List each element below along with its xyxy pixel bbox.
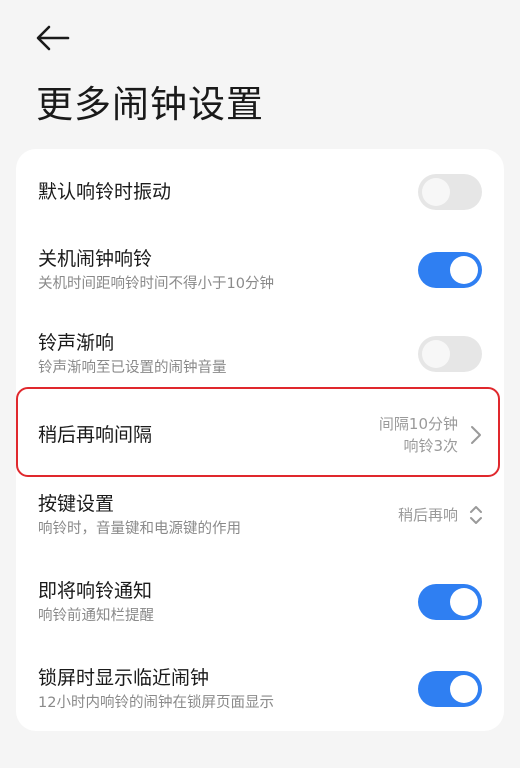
setting-title: 锁屏时显示临近闹钟 xyxy=(38,667,210,689)
setting-subtitle: 12小时内响铃的闹钟在锁屏页面显示 xyxy=(38,695,274,711)
toggle-knob xyxy=(422,178,450,206)
toggle-knob xyxy=(450,675,478,703)
setting-row-lockscreen-show[interactable]: 锁屏时显示临近闹钟 12小时内响铃的闹钟在锁屏页面显示 xyxy=(16,646,504,732)
setting-title: 按键设置 xyxy=(38,493,115,515)
setting-subtitle: 响铃时，音量键和电源键的作用 xyxy=(38,521,241,537)
setting-row-power-off-alarm[interactable]: 关机闹钟响铃 关机时间距响铃时间不得小于10分钟 xyxy=(16,227,504,313)
setting-title: 默认响铃时振动 xyxy=(38,181,172,203)
setting-row-button-settings[interactable]: 按键设置 响铃时，音量键和电源键的作用 稍后再响 xyxy=(16,472,504,558)
setting-subtitle: 铃声渐响至已设置的闹钟音量 xyxy=(38,360,227,376)
setting-row-upcoming-notify[interactable]: 即将响铃通知 响铃前通知栏提醒 xyxy=(16,559,504,645)
settings-card: 默认响铃时振动 关机闹钟响铃 关机时间距响铃时间不得小于10分钟 铃声渐响 铃声… xyxy=(16,149,504,731)
setting-subtitle: 关机时间距响铃时间不得小于10分钟 xyxy=(38,276,274,292)
fade-in-toggle[interactable] xyxy=(418,336,482,372)
toggle-knob xyxy=(450,588,478,616)
chevron-right-icon xyxy=(466,423,486,447)
screen: 更多闹钟设置 默认响铃时振动 关机闹钟响铃 关机时间距响铃时间不得小于10分钟 xyxy=(0,0,520,768)
setting-subtitle: 响铃前通知栏提醒 xyxy=(38,608,154,624)
setting-title: 铃声渐响 xyxy=(38,332,115,354)
back-button[interactable] xyxy=(30,18,76,58)
snooze-interval-text: 间隔10分钟 xyxy=(378,415,458,433)
setting-title: 关机闹钟响铃 xyxy=(38,248,153,270)
toggle-knob xyxy=(450,256,478,284)
arrow-left-icon xyxy=(36,25,70,51)
power-off-alarm-toggle[interactable] xyxy=(418,252,482,288)
snooze-repeat-count: 响铃3次 xyxy=(403,437,458,455)
setting-title: 稍后再响间隔 xyxy=(38,424,153,446)
snooze-interval-value: 间隔10分钟 响铃3次 xyxy=(379,392,458,478)
lockscreen-show-toggle[interactable] xyxy=(418,671,482,707)
button-settings-selected: 稍后再响 xyxy=(397,506,458,524)
setting-row-fade-in[interactable]: 铃声渐响 铃声渐响至已设置的闹钟音量 xyxy=(16,311,504,397)
setting-row-snooze-interval[interactable]: 稍后再响间隔 间隔10分钟 响铃3次 xyxy=(16,392,504,478)
setting-title: 即将响铃通知 xyxy=(38,580,153,602)
vibrate-toggle[interactable] xyxy=(418,174,482,210)
toggle-knob xyxy=(422,340,450,368)
button-settings-value: 稍后再响 xyxy=(398,472,458,558)
page-title: 更多闹钟设置 xyxy=(36,83,264,126)
chevron-up-down-icon[interactable] xyxy=(466,503,486,527)
upcoming-notify-toggle[interactable] xyxy=(418,584,482,620)
setting-row-vibrate[interactable]: 默认响铃时振动 xyxy=(16,149,504,235)
